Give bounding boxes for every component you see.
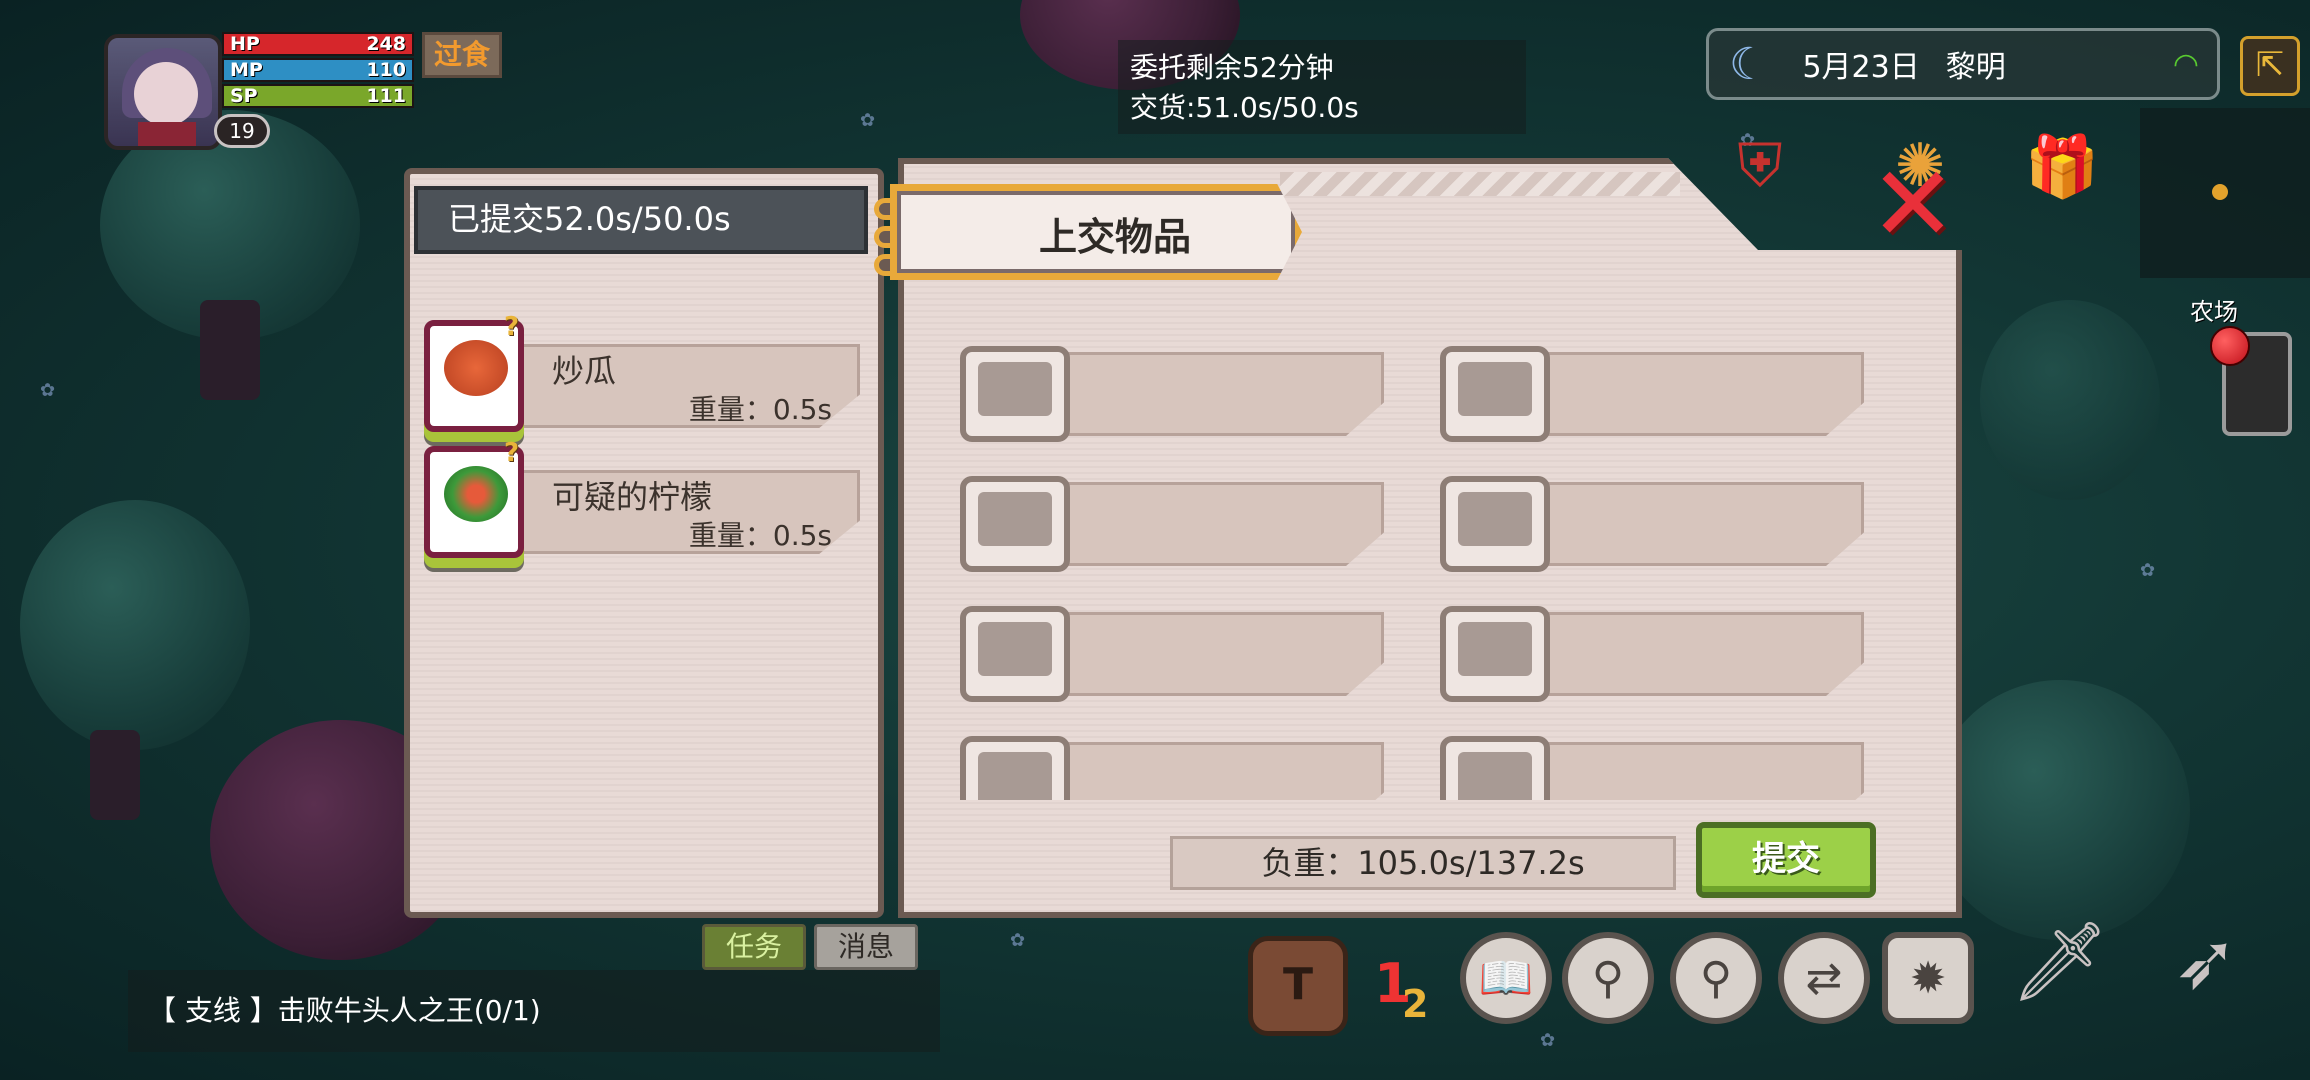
tree [1930, 680, 2190, 940]
hp-label: HP [230, 33, 260, 55]
slot-box [960, 476, 1070, 572]
sp-value: 111 [366, 85, 406, 107]
slot-box [960, 346, 1070, 442]
slot-box [1440, 606, 1550, 702]
item-slot-grid [944, 320, 1894, 800]
commission-timer: 委托剩余52分钟 交货:51.0s/50.0s [1118, 40, 1526, 134]
sp-bar: SP 111 [222, 84, 414, 108]
portrait-face [134, 62, 198, 126]
item-slot[interactable] [944, 726, 1384, 800]
mp-bar: MP 110 [222, 58, 414, 82]
bow-icon[interactable]: ➶ [2146, 902, 2266, 1022]
book-icon[interactable]: 📖 [1460, 932, 1552, 1024]
load-capacity: 负重：105.0s/137.2s [1170, 836, 1676, 890]
portrait-body [138, 122, 196, 146]
item-name: 炒瓜 [552, 352, 617, 390]
hp-value: 248 [366, 33, 406, 55]
moon-icon: ☾ [1729, 38, 1769, 90]
magnifier-icon[interactable]: ⚲ [1562, 932, 1654, 1024]
gift-icon[interactable]: 🎁 [2014, 118, 2110, 214]
panel-title: 上交物品 [1038, 215, 1191, 259]
hotbar-page-secondary: 2 [1402, 982, 1429, 1026]
map-location-label: 农场 [2190, 298, 2238, 326]
commission-time-left: 委托剩余52分钟 [1130, 51, 1334, 84]
submitted-total: 已提交52.0s/50.0s [414, 186, 868, 254]
flower: ✿ [1010, 930, 1026, 951]
mp-label: MP [230, 59, 263, 81]
list-item[interactable]: ? 炒瓜 重量：0.5s [420, 312, 862, 446]
item-slot[interactable] [944, 336, 1384, 442]
commission-delivery: 交货:51.0s/50.0s [1130, 91, 1359, 124]
player-portrait[interactable] [104, 34, 222, 150]
tab-task[interactable]: 任务 [702, 924, 806, 970]
tree-trunk [200, 300, 260, 400]
food-sprite [444, 340, 508, 396]
status-effect-badge[interactable]: 过食 [422, 32, 502, 78]
notification-dot [2210, 326, 2250, 366]
quest-tracker[interactable]: 【 支线 】击败牛头人之王(0/1) [128, 970, 940, 1052]
unknown-badge: ? [504, 438, 520, 468]
flower: ✿ [860, 110, 876, 131]
sp-label: SP [230, 85, 258, 107]
skill-icon[interactable]: ✹ [1882, 932, 1974, 1024]
date-text: 5月23日 [1802, 50, 1920, 85]
item-slot[interactable] [944, 466, 1384, 572]
item-weight: 重量：0.5s [688, 393, 832, 426]
time-of-day: 黎明 [1945, 50, 2006, 85]
hp-bar: HP 248 [222, 32, 414, 56]
item-slot[interactable] [1424, 726, 1864, 800]
close-icon[interactable]: ✕ [1868, 152, 1958, 256]
item-slot[interactable] [944, 596, 1384, 702]
item-name: 可疑的柠檬 [552, 478, 713, 516]
submit-button[interactable]: 提交 [1696, 822, 1876, 898]
list-item[interactable]: ? 可疑的柠檬 重量：0.5s [420, 438, 862, 572]
panel-border-decoration [1280, 172, 1680, 196]
tree [20, 500, 250, 750]
slot-box [1440, 346, 1550, 442]
slot-box [1440, 736, 1550, 800]
guild-emblem-icon[interactable]: ⛨ [1712, 118, 1808, 214]
search-icon[interactable]: ⚲ [1670, 932, 1762, 1024]
level-badge: 19 [214, 114, 270, 148]
flower: ✿ [2140, 560, 2156, 581]
mp-value: 110 [366, 59, 406, 81]
flower: ✿ [1540, 1030, 1556, 1051]
slot-box [1440, 476, 1550, 572]
date-bar[interactable]: ☾ 5月23日 黎明 ◠ [1706, 28, 2220, 100]
item-slot[interactable] [1424, 336, 1864, 442]
unknown-badge: ? [504, 312, 520, 342]
food-sprite [444, 466, 508, 522]
item-weight: 重量：0.5s [688, 519, 832, 552]
swap-icon[interactable]: ⇄ [1778, 932, 1870, 1024]
tree-trunk [90, 730, 140, 820]
flower: ✿ [40, 380, 56, 401]
sword-icon[interactable]: 🗡 [2000, 902, 2120, 1022]
backpack-icon[interactable]: T [1248, 936, 1348, 1036]
exit-icon[interactable]: ⇱ [2240, 36, 2300, 96]
slot-box [960, 736, 1070, 800]
wifi-icon: ◠ [2172, 46, 2199, 82]
item-slot[interactable] [1424, 466, 1864, 572]
map-marker [2212, 184, 2228, 200]
slot-box [960, 606, 1070, 702]
tab-message[interactable]: 消息 [814, 924, 918, 970]
tree [1980, 300, 2160, 500]
item-slot[interactable] [1424, 596, 1864, 702]
